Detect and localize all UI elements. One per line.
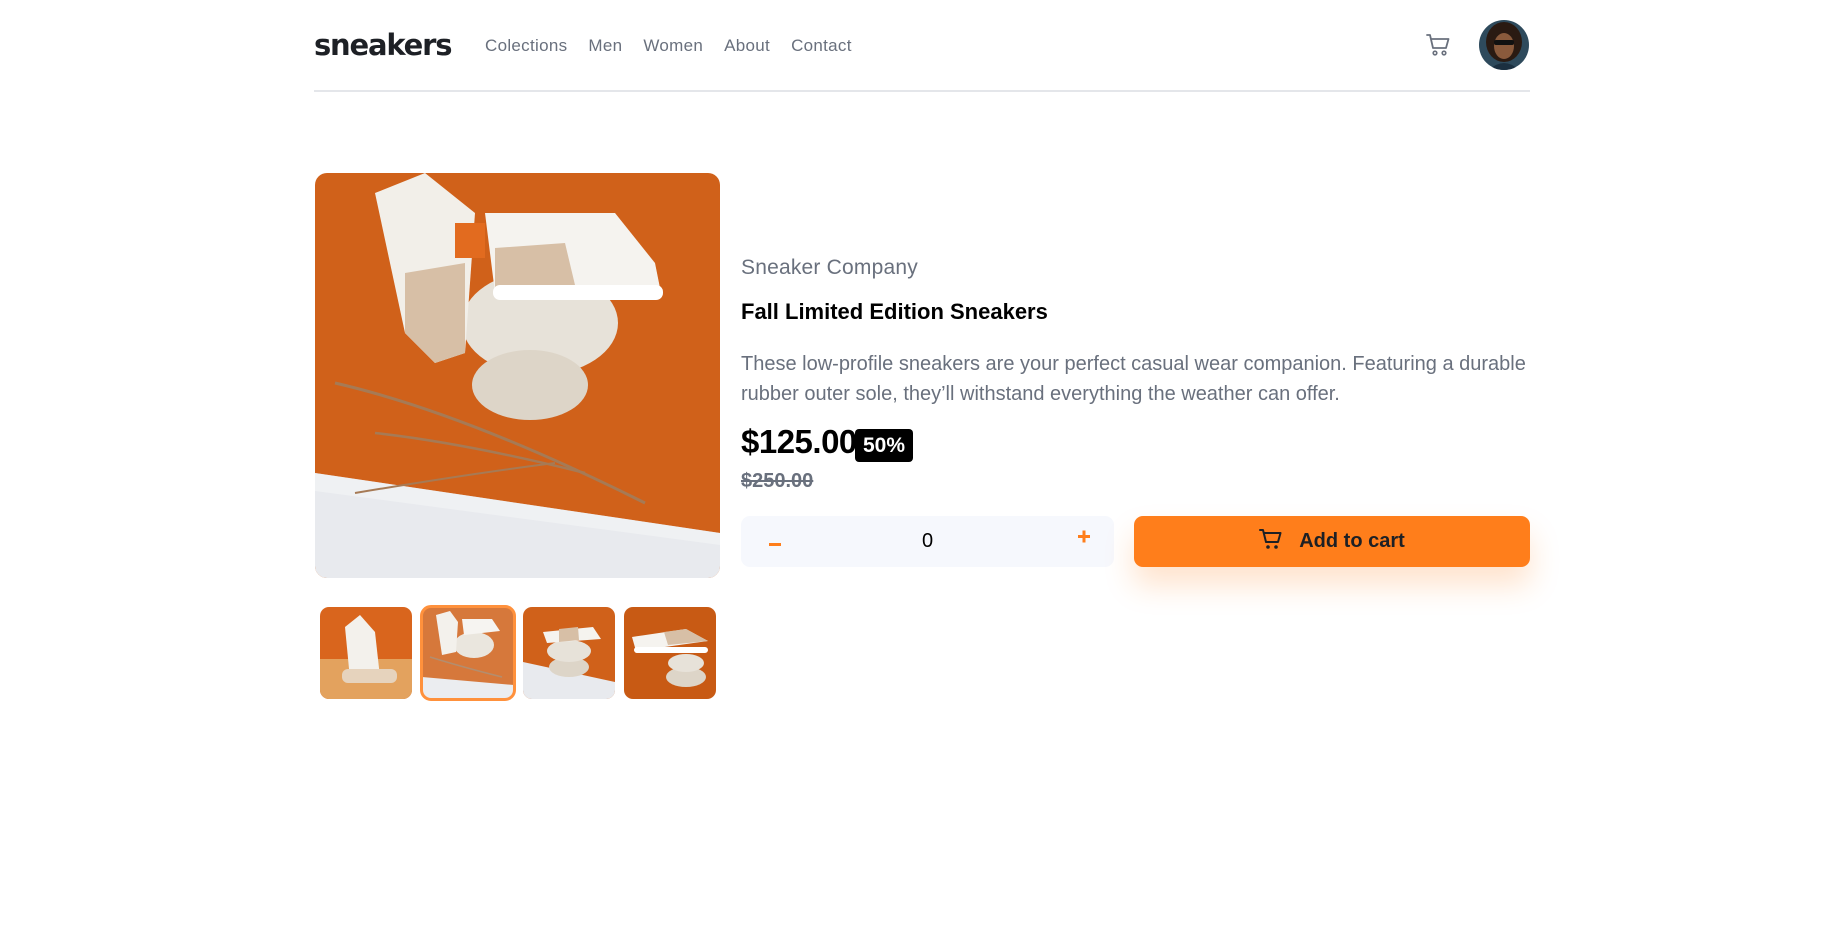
site-header: sneakers Colections Men Women About Cont…: [314, 0, 1530, 92]
thumbnail-1[interactable]: [320, 607, 412, 699]
nav-link-men[interactable]: Men: [588, 36, 622, 56]
thumbnail-3[interactable]: [523, 607, 615, 699]
cart-icon[interactable]: [1425, 32, 1451, 58]
add-to-cart-label: Add to cart: [1299, 530, 1405, 552]
main-nav: Colections Men Women About Contact: [485, 36, 852, 56]
discount-badge: 50%: [855, 429, 914, 462]
company-name: Sneaker Company: [741, 256, 918, 279]
thumbnail-4[interactable]: [624, 607, 716, 699]
product-description: These low-profile sneakers are your perf…: [741, 353, 1526, 405]
increase-quantity-button[interactable]: [1070, 524, 1098, 554]
decrease-quantity-button[interactable]: [761, 526, 789, 556]
logo[interactable]: sneakers: [314, 28, 452, 62]
cart-icon: [1259, 528, 1283, 555]
nav-link-women[interactable]: Women: [643, 36, 703, 56]
nav-link-collections[interactable]: Colections: [485, 36, 567, 56]
quantity-value[interactable]: 0: [922, 530, 933, 553]
product-main-image[interactable]: [315, 173, 720, 578]
quantity-stepper: 0: [741, 516, 1114, 567]
nav-link-contact[interactable]: Contact: [791, 36, 852, 56]
thumbnail-2[interactable]: [420, 605, 516, 701]
add-to-cart-button[interactable]: Add to cart: [1134, 516, 1530, 567]
current-price: $125.00: [741, 423, 857, 460]
product-title: Fall Limited Edition Sneakers: [741, 299, 1048, 324]
original-price: $250.00: [741, 470, 814, 492]
avatar[interactable]: [1479, 20, 1529, 70]
nav-link-about[interactable]: About: [724, 36, 770, 56]
